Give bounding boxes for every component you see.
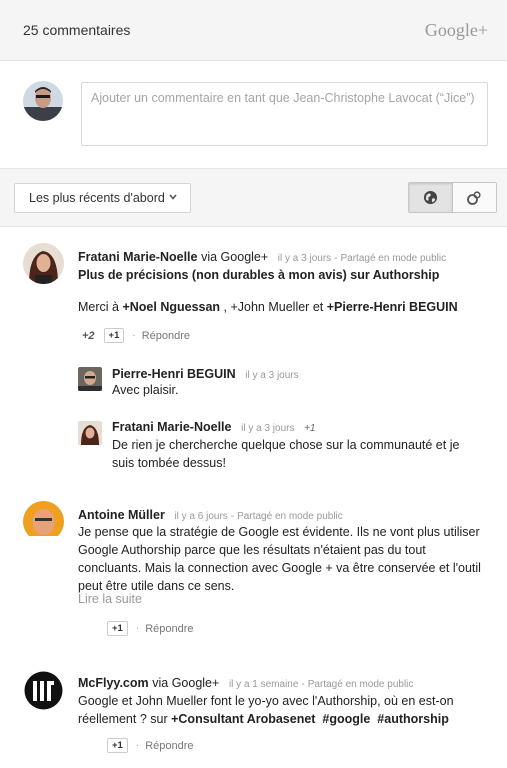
- comment-header: McFlyy.com via Google+ il y a 1 semaine -…: [78, 675, 413, 690]
- circles-icon: [467, 190, 481, 205]
- hashtag-link[interactable]: #authorship: [377, 712, 449, 726]
- via-label: via Google+: [152, 676, 220, 690]
- comments-header: 25 commentaires Google+: [0, 0, 507, 61]
- comment-header: Fratani Marie-Noelle via Google+ il y a …: [78, 249, 446, 264]
- plus-one-count[interactable]: +2: [82, 330, 95, 342]
- author-name[interactable]: Antoine Müller: [78, 508, 165, 522]
- reply-author-name[interactable]: Fratani Marie-Noelle: [112, 420, 231, 434]
- mention-link[interactable]: +Noel Nguessan: [122, 300, 220, 314]
- timestamp[interactable]: il y a 3 jours: [241, 423, 294, 434]
- visibility-label: Partagé en mode public: [307, 679, 414, 690]
- reply-link[interactable]: Répondre: [142, 330, 190, 342]
- reply-text: Avec plaisir.: [112, 383, 179, 397]
- comment-meta: il y a 3 jours - Partagé en mode public: [277, 253, 447, 264]
- circles-filter-button[interactable]: [452, 183, 496, 212]
- reply-header: Fratani Marie-Noelle il y a 3 jours +1: [112, 419, 316, 434]
- hashtag-link[interactable]: #google: [322, 712, 370, 726]
- chevron-down-icon: [169, 194, 177, 200]
- comment-meta: il y a 6 jours - Partagé en mode public: [174, 511, 343, 522]
- comments-toolbar: Les plus récents d'abord: [0, 169, 507, 227]
- reply-text: De rien je chercherche quelque chose sur…: [112, 438, 460, 470]
- author-name[interactable]: McFlyy.com: [78, 676, 149, 690]
- plus-one-button[interactable]: +1: [107, 621, 128, 636]
- comment-header: Antoine Müller il y a 6 jours - Partagé en…: [78, 507, 343, 522]
- reply-link[interactable]: Répondre: [145, 623, 193, 635]
- via-label: via Google+: [201, 250, 269, 264]
- comment-text: Je pense que la stratégie de Google est …: [78, 525, 481, 593]
- comment-meta: il y a 1 semaine - Partagé en mode public: [228, 679, 414, 690]
- comment-text: Merci à +Noel Nguessan , +John Mueller e…: [78, 300, 458, 314]
- sort-dropdown[interactable]: Les plus récents d'abord: [14, 183, 191, 213]
- current-user-avatar: [23, 81, 63, 121]
- plus-one-button[interactable]: +1: [103, 328, 125, 343]
- comment-count: 25 commentaires: [23, 22, 131, 38]
- author-avatar[interactable]: [23, 670, 64, 711]
- comment-text: Google et John Mueller font le yo-yo ave…: [78, 694, 454, 726]
- visibility-label: Partagé en mode public: [237, 511, 343, 522]
- author-avatar[interactable]: [23, 243, 64, 284]
- timestamp[interactable]: il y a 1 semaine: [229, 679, 298, 690]
- audience-toggle: [408, 182, 497, 213]
- author-name[interactable]: Fratani Marie-Noelle: [78, 250, 197, 264]
- timestamp[interactable]: il y a 3 jours: [278, 253, 331, 264]
- reply-header: Pierre-Henri BEGUIN il y a 3 jours: [112, 366, 299, 381]
- reply-author-avatar[interactable]: [78, 421, 102, 445]
- comment-title: Plus de précisions (non durables à mon a…: [78, 268, 440, 282]
- comment-input-box[interactable]: [81, 82, 488, 146]
- timestamp[interactable]: il y a 6 jours: [174, 511, 227, 522]
- public-filter-button[interactable]: [409, 183, 453, 212]
- reply-link[interactable]: Répondre: [145, 740, 193, 752]
- visibility-label: Partagé en mode public: [340, 253, 447, 264]
- plus-one-count[interactable]: +1: [304, 423, 315, 434]
- comment-actions: +1 · Répondre: [107, 621, 194, 636]
- comment-composer: [0, 61, 507, 169]
- reply-author-name[interactable]: Pierre-Henri BEGUIN: [112, 367, 236, 381]
- reply-author-avatar[interactable]: [78, 367, 102, 391]
- timestamp[interactable]: il y a 3 jours: [245, 370, 298, 381]
- mention-link[interactable]: +Consultant Arobasenet: [171, 712, 315, 726]
- plus-one-button[interactable]: +1: [107, 738, 128, 753]
- globe-icon: [423, 190, 437, 205]
- read-more-link[interactable]: Lire la suite: [78, 592, 142, 606]
- comment-actions: +2 +1 · Répondre: [82, 328, 191, 343]
- comment-actions: +1 · Répondre: [107, 738, 194, 753]
- sort-label: Les plus récents d'abord: [29, 191, 165, 205]
- google-plus-logo[interactable]: Google+: [425, 20, 488, 41]
- mention-link[interactable]: +Pierre-Henri BEGUIN: [327, 300, 458, 314]
- comment-input[interactable]: [82, 83, 487, 113]
- author-avatar[interactable]: [23, 501, 64, 542]
